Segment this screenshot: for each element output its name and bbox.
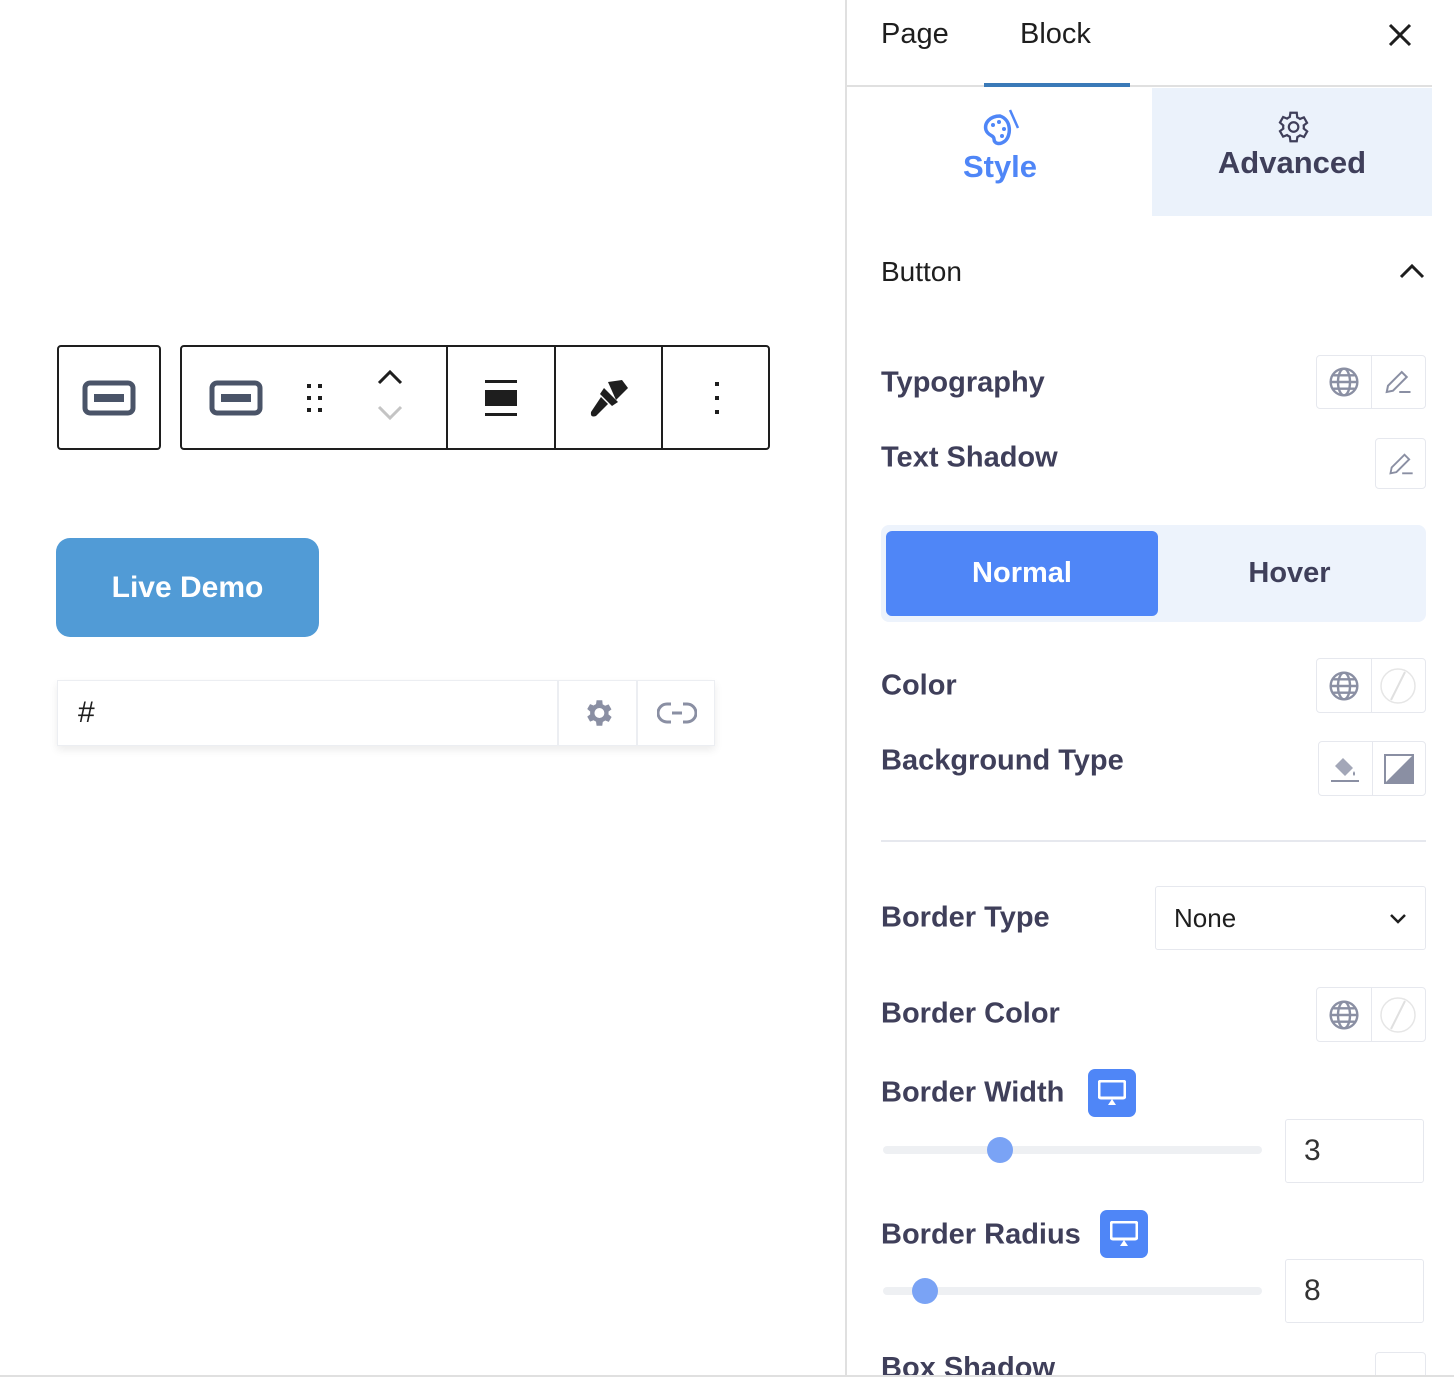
slider-thumb[interactable] <box>987 1137 1014 1163</box>
border-radius-label: Border Radius <box>881 1218 1081 1251</box>
background-classic-button[interactable] <box>1319 742 1372 795</box>
url-input-popover: # <box>57 680 715 746</box>
border-color-picker-button[interactable] <box>1370 988 1426 1041</box>
chevron-down-icon <box>1390 914 1406 924</box>
more-options-button[interactable] <box>663 347 770 448</box>
background-type-label: Background Type <box>881 744 1124 777</box>
more-vertical-icon <box>714 381 719 414</box>
box-shadow-label: Box Shadow <box>881 1352 1056 1376</box>
gear-icon <box>1278 111 1309 143</box>
desktop-icon <box>1110 1221 1138 1246</box>
pencil-icon <box>1385 370 1411 394</box>
button-block-icon <box>209 380 263 415</box>
drag-handle[interactable] <box>292 347 338 448</box>
border-color-label: Border Color <box>881 997 1060 1030</box>
style-copy-button[interactable] <box>556 347 661 448</box>
tab-style-label: Style <box>962 149 1038 184</box>
align-full-width-icon <box>485 379 517 416</box>
text-shadow-label: Text Shadow <box>881 441 1058 474</box>
tab-block[interactable]: Block <box>1020 18 1091 51</box>
border-width-input[interactable]: 3 <box>1285 1119 1424 1183</box>
global-border-color-button[interactable] <box>1317 988 1371 1041</box>
close-sidebar-button[interactable] <box>1386 21 1414 54</box>
close-icon <box>1388 23 1412 47</box>
border-radius-input[interactable]: 8 <box>1285 1259 1424 1323</box>
gradient-icon <box>1383 753 1414 784</box>
chevron-down-icon <box>377 405 403 421</box>
background-gradient-button[interactable] <box>1371 742 1426 795</box>
paintbrush-icon <box>590 379 628 416</box>
typography-label: Typography <box>881 366 1045 399</box>
border-radius-slider[interactable] <box>883 1278 1262 1304</box>
edit-text-shadow-button[interactable] <box>1376 439 1425 488</box>
state-hover-button[interactable]: Hover <box>1158 531 1421 616</box>
border-width-label: Border Width <box>881 1076 1065 1109</box>
border-type-value: None <box>1174 902 1237 933</box>
border-width-device-button[interactable] <box>1088 1069 1136 1117</box>
url-input[interactable]: # <box>78 681 95 745</box>
border-width-slider[interactable] <box>883 1137 1262 1163</box>
color-label: Color <box>881 669 957 702</box>
tab-advanced-label: Advanced <box>1217 145 1367 180</box>
block-type-toolbar-group <box>57 345 161 450</box>
section-button-toggle[interactable]: Button <box>881 256 1426 292</box>
desktop-icon <box>1098 1080 1126 1105</box>
live-demo-button[interactable]: Live Demo <box>56 538 319 637</box>
chevron-up-icon <box>1399 263 1425 279</box>
state-normal-button[interactable]: Normal <box>886 531 1158 616</box>
palette-icon <box>983 109 1020 146</box>
empty-color-swatch-icon <box>1380 667 1416 704</box>
border-radius-device-button[interactable] <box>1100 1210 1148 1258</box>
chevron-up-icon <box>377 369 403 385</box>
global-typography-button[interactable] <box>1317 356 1371 408</box>
globe-icon <box>1329 670 1359 701</box>
move-down-button[interactable] <box>377 405 403 426</box>
tab-advanced[interactable]: Advanced <box>1152 88 1432 216</box>
block-type-button[interactable] <box>59 347 159 448</box>
color-picker-button[interactable] <box>1370 659 1426 712</box>
unlink-button[interactable] <box>638 681 716 745</box>
block-toolbar <box>180 345 770 450</box>
tab-page[interactable]: Page <box>881 18 949 51</box>
globe-icon <box>1329 367 1359 397</box>
move-up-button[interactable] <box>377 369 403 390</box>
border-type-select[interactable]: None <box>1155 886 1426 950</box>
empty-color-swatch-icon <box>1380 996 1416 1033</box>
slider-thumb[interactable] <box>911 1278 938 1304</box>
state-toggle: Normal Hover <box>881 525 1426 622</box>
section-title: Button <box>881 256 962 287</box>
gear-icon <box>586 700 612 726</box>
block-switcher-button[interactable] <box>202 347 270 448</box>
global-color-button[interactable] <box>1317 659 1371 712</box>
border-type-label: Border Type <box>881 901 1050 934</box>
align-button[interactable] <box>448 347 554 448</box>
link-icon <box>657 702 697 724</box>
globe-icon <box>1329 999 1359 1030</box>
tab-style[interactable]: Style <box>848 88 1152 216</box>
pencil-icon <box>1388 452 1413 475</box>
edit-box-shadow-button[interactable] <box>1375 1352 1426 1376</box>
link-settings-button[interactable] <box>558 681 637 745</box>
button-block-icon <box>82 380 136 415</box>
drag-handle-icon <box>307 383 322 412</box>
edit-typography-button[interactable] <box>1370 356 1426 408</box>
paint-bucket-icon <box>1331 757 1360 782</box>
